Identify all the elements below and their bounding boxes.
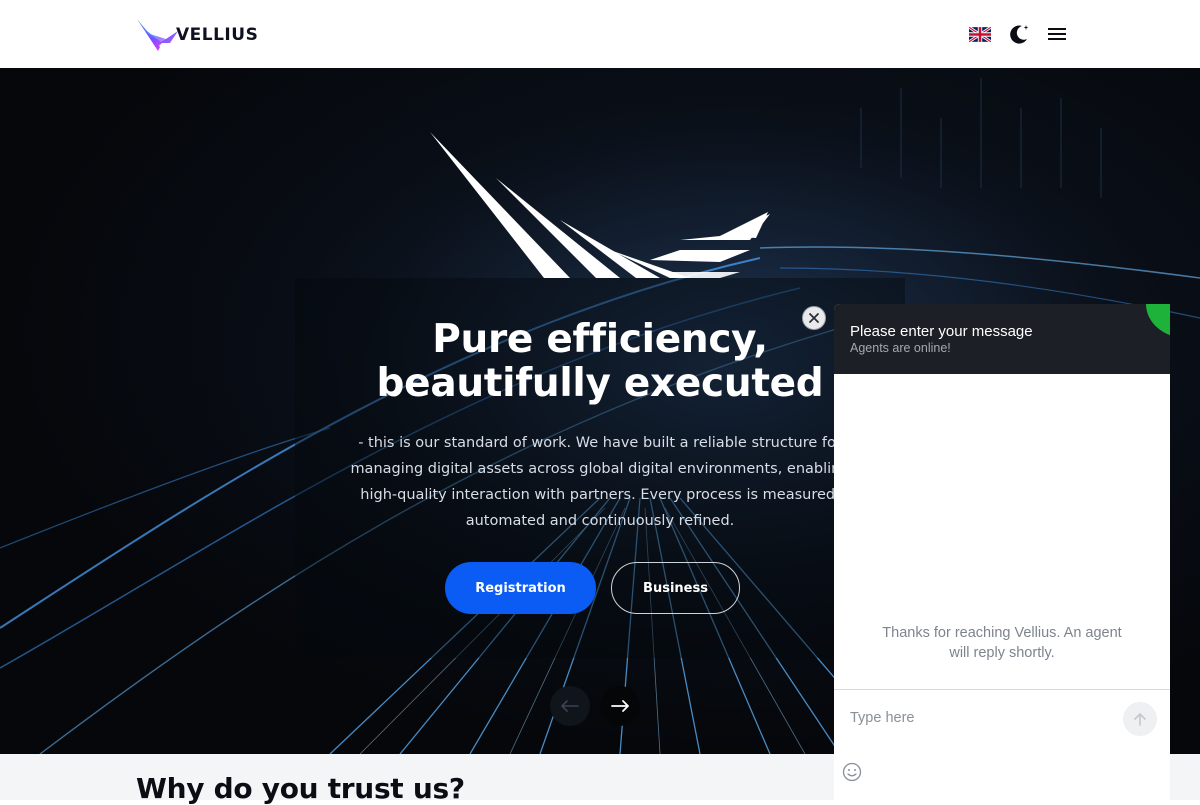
hero-description: - this is our standard of work. We have …	[350, 435, 850, 529]
hamburger-menu-icon[interactable]	[1045, 22, 1069, 46]
smiley-icon	[842, 762, 862, 782]
chat-widget: Please enter your message Agents are onl…	[834, 304, 1170, 800]
chat-header: Please enter your message Agents are onl…	[834, 304, 1170, 374]
arrow-right-icon	[611, 700, 629, 712]
brand-logo[interactable]: VELLIUS	[136, 16, 266, 54]
arrow-up-icon	[1134, 713, 1146, 726]
chat-send-button[interactable]	[1123, 702, 1157, 736]
business-button[interactable]: Business	[611, 562, 740, 614]
site-header: VELLIUS	[0, 0, 1200, 68]
arrow-left-icon	[561, 700, 579, 712]
registration-button[interactable]: Registration	[445, 562, 596, 614]
hero-title: Pure efficiency, beautifully executed	[300, 318, 900, 406]
chat-auto-reply: Thanks for reaching Vellius. An agent wi…	[882, 625, 1122, 661]
online-indicator	[1146, 304, 1170, 338]
chat-close-button[interactable]	[802, 306, 826, 330]
chat-emoji-button[interactable]	[842, 762, 862, 782]
carousel-next-button[interactable]	[600, 686, 640, 726]
trust-section-title: Why do you trust us?	[136, 772, 465, 805]
chat-title: Please enter your message	[850, 323, 1033, 340]
chat-status: Agents are online!	[850, 341, 951, 355]
uk-flag-icon[interactable]	[968, 22, 992, 46]
chat-divider	[834, 689, 1170, 690]
vellius-logo-icon	[137, 19, 178, 51]
chat-message-input[interactable]	[850, 706, 1110, 730]
brand-name: VELLIUS	[176, 25, 259, 45]
carousel-prev-button[interactable]	[550, 686, 590, 726]
hero-title-line2: beautifully executed	[376, 361, 824, 406]
moon-stars-icon[interactable]	[1007, 22, 1031, 46]
close-icon	[809, 313, 819, 323]
hero-emblem-icon	[430, 132, 770, 278]
